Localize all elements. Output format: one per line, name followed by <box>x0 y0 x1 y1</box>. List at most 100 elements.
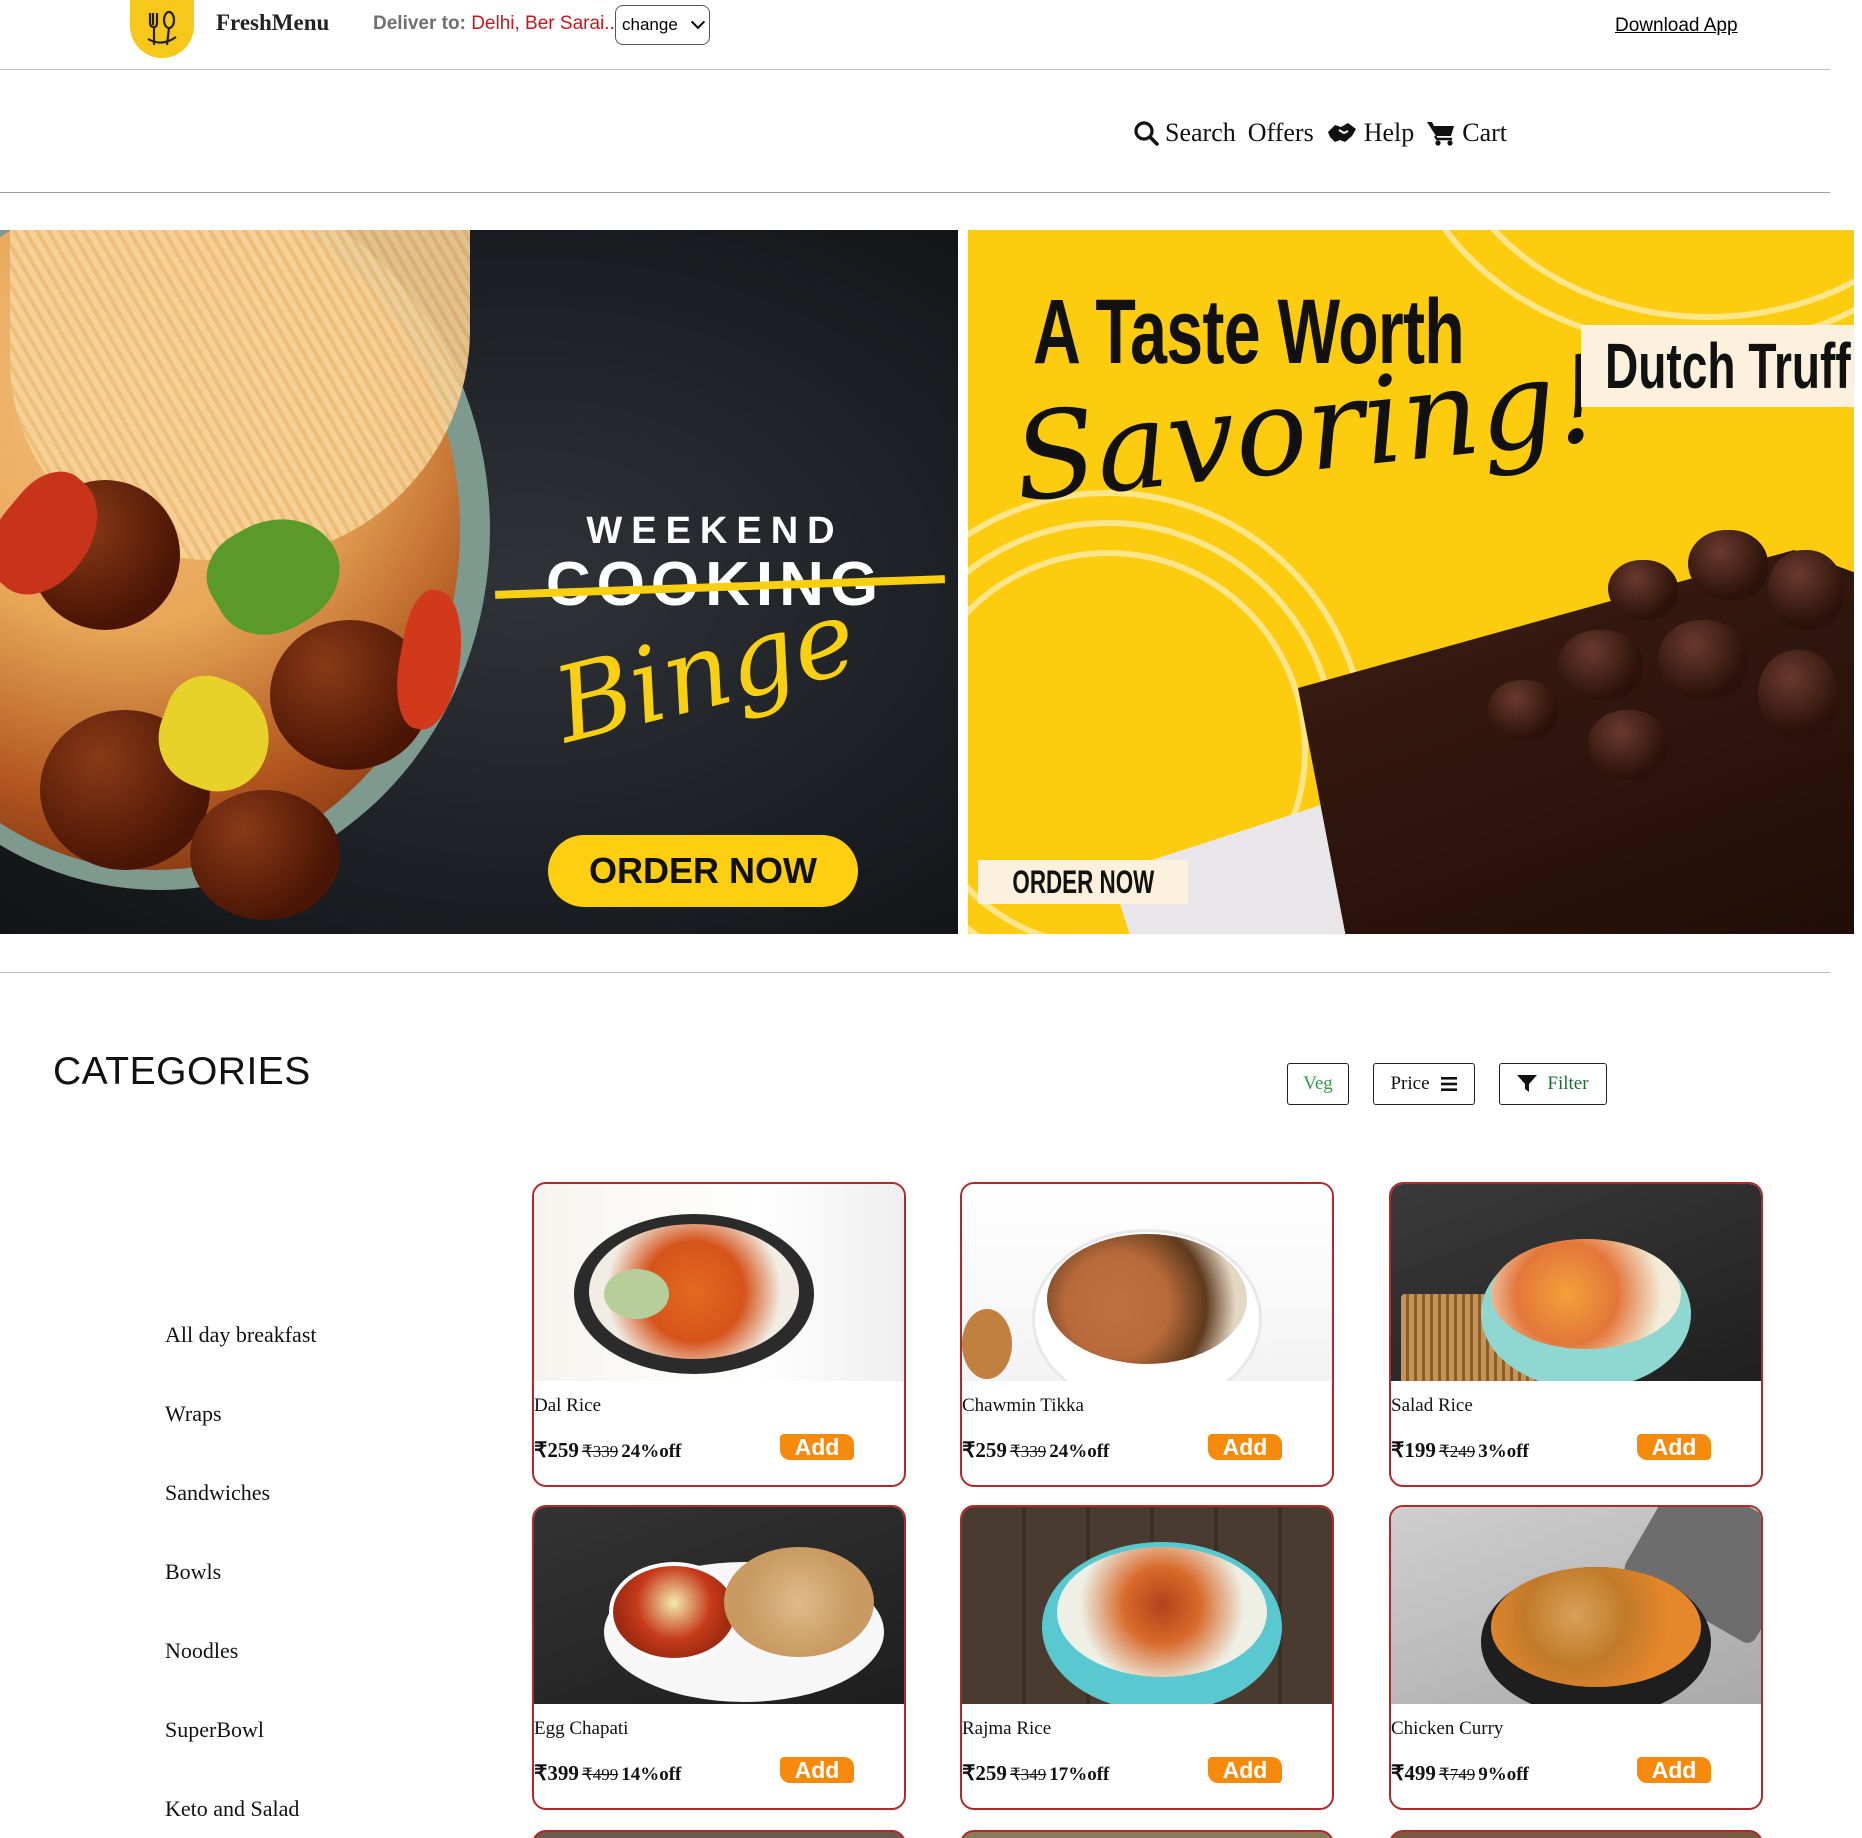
product-image <box>1391 1507 1761 1704</box>
manchurian-ball <box>190 790 340 920</box>
category-sidebar: All day breakfast Wraps Sandwiches Bowls… <box>165 1322 317 1838</box>
old-price: ₹749 <box>1438 1765 1476 1784</box>
chutney <box>604 1269 669 1319</box>
nav-offers-label: Offers <box>1247 118 1314 147</box>
add-button[interactable]: Add <box>780 1757 854 1783</box>
search-icon <box>1134 121 1159 146</box>
product-card[interactable]: Chawmin Tikka ₹259 ₹339 24%off Add <box>960 1182 1334 1487</box>
section-divider <box>0 972 1830 973</box>
product-card[interactable]: Chicken Curry ₹499 ₹749 9%off Add <box>1389 1505 1763 1810</box>
filter-button[interactable]: Filter <box>1499 1063 1607 1105</box>
category-item[interactable]: Sandwiches <box>165 1480 317 1559</box>
product-image <box>534 1507 904 1704</box>
product-name: Chicken Curry <box>1391 1718 1504 1739</box>
product-card[interactable]: Dal Rice ₹259 ₹339 24%off Add <box>532 1182 906 1487</box>
dutch-truffle-tag: Dutch Truffle <box>1581 325 1854 407</box>
product-card-partial[interactable] <box>960 1830 1334 1838</box>
list-icon <box>1440 1077 1457 1091</box>
deliver-label: Deliver to: <box>373 13 466 34</box>
chocolate-curl <box>1758 650 1838 740</box>
nav-links: Search Offers Help Cart <box>1133 118 1519 148</box>
nav-search-label: Search <box>1165 118 1236 147</box>
discount: 9%off <box>1478 1764 1529 1785</box>
brand-logo[interactable] <box>130 0 194 58</box>
banner-dutch-truffle[interactable]: A Taste Worth Savoring! Dutch Truffle OR… <box>968 230 1854 934</box>
category-item[interactable]: Bowls <box>165 1559 317 1638</box>
price-sort-button[interactable]: Price <box>1373 1063 1475 1105</box>
product-price: ₹259 ₹339 24%off <box>534 1438 681 1463</box>
download-app-link[interactable]: Download App <box>1615 15 1738 37</box>
old-price: ₹249 <box>1438 1442 1476 1461</box>
category-item[interactable]: Keto and Salad <box>165 1796 317 1838</box>
add-button[interactable]: Add <box>1208 1434 1282 1460</box>
nav-cart-label: Cart <box>1462 118 1508 147</box>
nav-help[interactable]: Help <box>1326 118 1415 148</box>
chicken-curry-food <box>1491 1567 1701 1687</box>
product-card-partial[interactable] <box>1389 1830 1763 1838</box>
top-bar: FreshMenu Deliver to: Delhi, Ber Sarai..… <box>0 0 1830 70</box>
chocolate-cake-image <box>1298 550 1854 934</box>
add-button[interactable]: Add <box>1637 1434 1711 1460</box>
change-location-select[interactable]: change <box>615 5 710 45</box>
egg-curry <box>609 1562 739 1662</box>
nav-bar: Search Offers Help Cart <box>0 70 1830 193</box>
price-sort-label: Price <box>1390 1073 1430 1094</box>
category-item[interactable]: SuperBowl <box>165 1717 317 1796</box>
deliver-to: Deliver to: Delhi, Ber Sarai.. <box>373 13 615 35</box>
old-price: ₹349 <box>1009 1765 1047 1784</box>
discount: 14%off <box>621 1764 682 1785</box>
order-now-button[interactable]: ORDER NOW <box>548 835 858 907</box>
chevron-down-icon <box>690 15 706 30</box>
product-image <box>962 1507 1332 1704</box>
cart-icon <box>1427 122 1455 146</box>
product-price: ₹259 ₹349 17%off <box>962 1761 1109 1786</box>
nav-search[interactable]: Search <box>1133 118 1236 148</box>
product-price: ₹399 ₹499 14%off <box>534 1761 681 1786</box>
nav-cart[interactable]: Cart <box>1426 118 1507 148</box>
old-price: ₹339 <box>1009 1442 1047 1461</box>
order-now-right-label: ORDER NOW <box>1012 863 1154 900</box>
chapati <box>724 1547 874 1657</box>
current-price: ₹499 <box>1391 1761 1436 1785</box>
brand-name[interactable]: FreshMenu <box>216 10 329 36</box>
product-image <box>534 1184 904 1381</box>
nav-help-label: Help <box>1363 118 1415 147</box>
product-card[interactable]: Salad Rice ₹199 ₹249 3%off Add <box>1389 1182 1763 1487</box>
banner-weekend-cooking[interactable]: WEEKEND COOKING Binge ORDER NOW <box>0 230 958 934</box>
chocolate-curl <box>1488 680 1558 740</box>
product-card-partial[interactable] <box>532 1830 906 1838</box>
current-price: ₹259 <box>534 1438 579 1462</box>
order-now-button-right[interactable]: ORDER NOW <box>978 860 1188 904</box>
banner-weekend-text: WEEKEND <box>586 510 844 552</box>
chocolate-curl <box>1588 710 1668 780</box>
discount: 3%off <box>1478 1441 1529 1462</box>
product-name: Dal Rice <box>534 1395 602 1416</box>
current-price: ₹259 <box>962 1438 1007 1462</box>
chocolate-curl <box>1768 550 1843 630</box>
product-name: Egg Chapati <box>534 1718 629 1739</box>
old-price: ₹499 <box>581 1765 619 1784</box>
add-button[interactable]: Add <box>1208 1757 1282 1783</box>
add-button[interactable]: Add <box>780 1434 854 1460</box>
veg-filter-button[interactable]: Veg <box>1287 1063 1349 1105</box>
categories-title: CATEGORIES <box>53 1050 311 1093</box>
change-select-value: change <box>622 15 678 34</box>
deliver-location[interactable]: Delhi, Ber Sarai.. <box>471 13 615 34</box>
old-price: ₹339 <box>581 1442 619 1461</box>
handshake-icon <box>1327 123 1356 142</box>
dutch-truffle-label: Dutch Truffle <box>1605 330 1854 402</box>
chocolate-curl <box>1658 620 1748 700</box>
fork-spoon-icon <box>147 10 177 46</box>
product-card[interactable]: Rajma Rice ₹259 ₹349 17%off Add <box>960 1505 1334 1810</box>
add-button[interactable]: Add <box>1637 1757 1711 1783</box>
product-card[interactable]: Egg Chapati ₹399 ₹499 14%off Add <box>532 1505 906 1810</box>
product-price: ₹199 ₹249 3%off <box>1391 1438 1529 1463</box>
category-item[interactable]: Wraps <box>165 1401 317 1480</box>
category-item[interactable]: Noodles <box>165 1638 317 1717</box>
chocolate-curl <box>1558 630 1643 700</box>
nav-offers[interactable]: Offers <box>1248 118 1314 148</box>
current-price: ₹399 <box>534 1761 579 1785</box>
category-item[interactable]: All day breakfast <box>165 1322 317 1401</box>
chocolate-curl <box>1688 530 1768 600</box>
banner-left-text: WEEKEND COOKING Binge <box>505 510 925 767</box>
